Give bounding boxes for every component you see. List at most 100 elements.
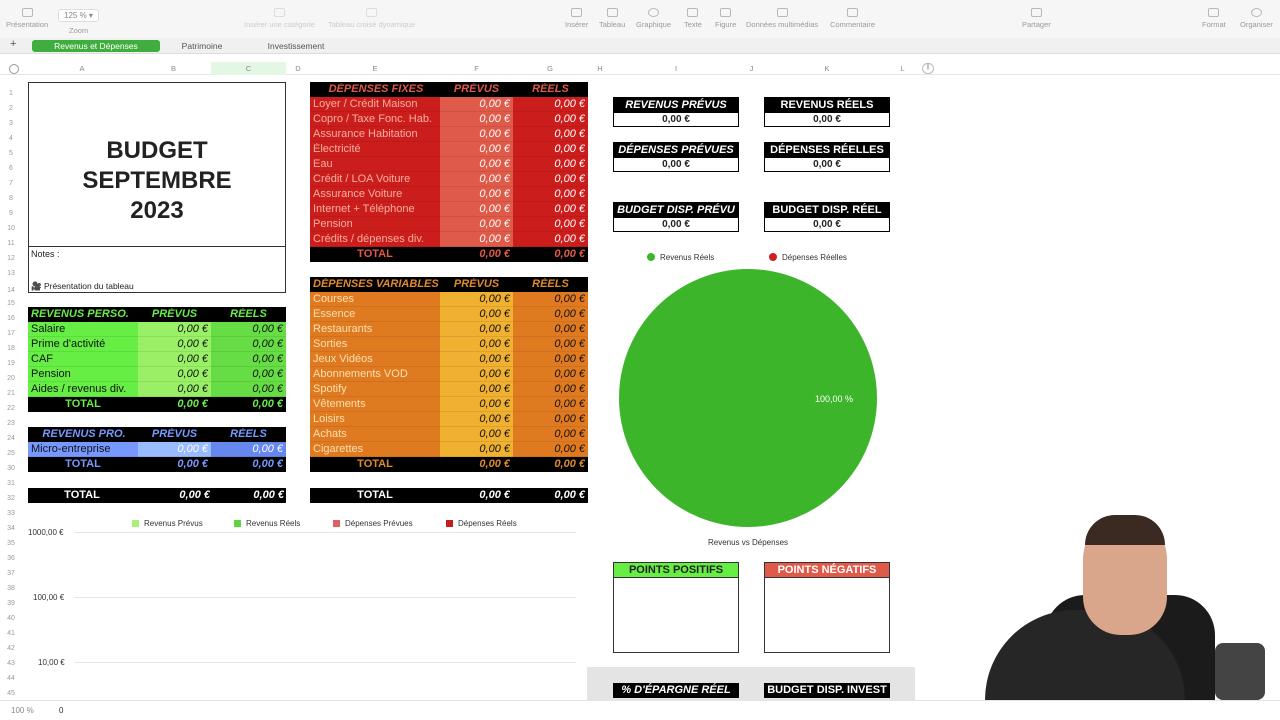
table-row-label[interactable]: Prime d'activité: [28, 337, 138, 352]
row-header[interactable]: 40: [0, 615, 22, 622]
row-header[interactable]: 38: [0, 585, 22, 592]
row-header[interactable]: 9: [0, 210, 22, 217]
zoom-level[interactable]: 100 %: [11, 706, 34, 715]
prevu-cell[interactable]: 0,00 €: [138, 367, 211, 382]
table-button[interactable]: Tableau: [599, 8, 625, 29]
prevu-cell[interactable]: 0,00 €: [440, 427, 513, 442]
prevu-cell[interactable]: 0,00 €: [440, 232, 513, 247]
tab-investissement[interactable]: Investissement: [256, 40, 336, 52]
prevu-cell[interactable]: 0,00 €: [440, 97, 513, 112]
row-header[interactable]: 15: [0, 300, 22, 307]
reel-cell[interactable]: 0,00 €: [211, 367, 286, 382]
pie-chart[interactable]: Revenus Réels Dépenses Réelles 100,00 % …: [613, 250, 890, 550]
table-row-label[interactable]: Essence: [310, 307, 440, 322]
table-row-label[interactable]: Loyer / Crédit Maison: [310, 97, 440, 112]
row-header[interactable]: 24: [0, 435, 22, 442]
reel-cell[interactable]: 0,00 €: [211, 382, 286, 397]
table-row-label[interactable]: Restaurants: [310, 322, 440, 337]
text-button[interactable]: Texte: [684, 8, 702, 29]
row-header[interactable]: 11: [0, 240, 22, 247]
row-header[interactable]: 1: [0, 90, 22, 97]
column-header[interactable]: F: [440, 64, 513, 73]
row-header[interactable]: 2: [0, 105, 22, 112]
reel-cell[interactable]: 0,00 €: [513, 352, 588, 367]
reel-cell[interactable]: 0,00 €: [513, 367, 588, 382]
row-header[interactable]: 12: [0, 255, 22, 262]
points-positifs-box[interactable]: POINTS POSITIFS: [613, 562, 739, 653]
select-all-icon[interactable]: [9, 64, 19, 74]
prevu-cell[interactable]: 0,00 €: [138, 337, 211, 352]
bar-chart[interactable]: Revenus Prévus Revenus Réels Dépenses Pr…: [28, 514, 588, 700]
row-header[interactable]: 4: [0, 135, 22, 142]
row-header[interactable]: 10: [0, 225, 22, 232]
table-row-label[interactable]: Vêtements: [310, 397, 440, 412]
row-header[interactable]: 18: [0, 345, 22, 352]
row-header[interactable]: 43: [0, 660, 22, 667]
row-header[interactable]: 25: [0, 450, 22, 457]
add-sheet-button[interactable]: +: [10, 38, 16, 50]
column-header[interactable]: E: [310, 64, 440, 73]
column-header[interactable]: K: [764, 64, 890, 73]
column-header[interactable]: B: [136, 64, 211, 73]
prevu-cell[interactable]: 0,00 €: [138, 352, 211, 367]
chart-button[interactable]: Graphique: [636, 8, 671, 29]
reel-cell[interactable]: 0,00 €: [513, 337, 588, 352]
presentation-link[interactable]: 🎥 Présentation du tableau: [31, 281, 134, 292]
comment-button[interactable]: Commentaire: [830, 8, 875, 29]
column-header[interactable]: H: [587, 64, 613, 73]
reel-cell[interactable]: 0,00 €: [513, 322, 588, 337]
table-row-label[interactable]: Micro-entreprise: [28, 442, 138, 457]
row-header[interactable]: 33: [0, 510, 22, 517]
reel-cell[interactable]: 0,00 €: [513, 217, 588, 232]
reel-cell[interactable]: 0,00 €: [211, 322, 286, 337]
points-negatifs-box[interactable]: POINTS NÉGATIFS: [764, 562, 890, 653]
insert-category-button[interactable]: Insérer une catégorie: [244, 8, 315, 29]
reel-cell[interactable]: 0,00 €: [513, 232, 588, 247]
row-header[interactable]: 42: [0, 645, 22, 652]
table-row-label[interactable]: Crédits / dépenses div.: [310, 232, 440, 247]
table-row-label[interactable]: Électricité: [310, 142, 440, 157]
prevu-cell[interactable]: 0,00 €: [440, 112, 513, 127]
column-header[interactable]: I: [613, 64, 739, 73]
prevu-cell[interactable]: 0,00 €: [440, 352, 513, 367]
reel-cell[interactable]: 0,00 €: [513, 97, 588, 112]
table-row-label[interactable]: Loisirs: [310, 412, 440, 427]
table-row-label[interactable]: Cigarettes: [310, 442, 440, 457]
column-header[interactable]: D: [286, 64, 310, 73]
row-header[interactable]: 20: [0, 375, 22, 382]
prevu-cell[interactable]: 0,00 €: [138, 382, 211, 397]
reel-cell[interactable]: 0,00 €: [513, 442, 588, 457]
row-header[interactable]: 22: [0, 405, 22, 412]
format-button[interactable]: Format: [1202, 8, 1226, 29]
prevu-cell[interactable]: 0,00 €: [440, 292, 513, 307]
reel-cell[interactable]: 0,00 €: [513, 112, 588, 127]
prevu-cell[interactable]: 0,00 €: [440, 307, 513, 322]
pivot-table-button[interactable]: Tableau croisé dynamique: [328, 8, 415, 29]
row-header[interactable]: 32: [0, 495, 22, 502]
row-header[interactable]: 16: [0, 315, 22, 322]
prevu-cell[interactable]: 0,00 €: [440, 367, 513, 382]
prevu-cell[interactable]: 0,00 €: [440, 337, 513, 352]
row-header[interactable]: 17: [0, 330, 22, 337]
row-header[interactable]: 6: [0, 165, 22, 172]
tab-revenus-depenses[interactable]: Revenus et Dépenses: [32, 40, 160, 52]
reel-cell[interactable]: 0,00 €: [513, 397, 588, 412]
organize-button[interactable]: Organiser: [1240, 8, 1273, 29]
row-header[interactable]: 31: [0, 480, 22, 487]
table-row-label[interactable]: Salaire: [28, 322, 138, 337]
row-header[interactable]: 21: [0, 390, 22, 397]
reel-cell[interactable]: 0,00 €: [211, 337, 286, 352]
table-row-label[interactable]: CAF: [28, 352, 138, 367]
row-header[interactable]: 45: [0, 690, 22, 697]
row-header[interactable]: 35: [0, 540, 22, 547]
notes-box[interactable]: Notes : 🎥 Présentation du tableau: [28, 247, 286, 293]
table-row-label[interactable]: Internet + Téléphone: [310, 202, 440, 217]
column-header[interactable]: G: [513, 64, 587, 73]
table-row-label[interactable]: Copro / Taxe Fonc. Hab.: [310, 112, 440, 127]
table-row-label[interactable]: Pension: [28, 367, 138, 382]
table-row-label[interactable]: Spotify: [310, 382, 440, 397]
table-row-label[interactable]: Eau: [310, 157, 440, 172]
share-button[interactable]: Partager: [1022, 8, 1051, 29]
column-header[interactable]: C: [211, 62, 286, 75]
prevu-cell[interactable]: 0,00 €: [440, 382, 513, 397]
